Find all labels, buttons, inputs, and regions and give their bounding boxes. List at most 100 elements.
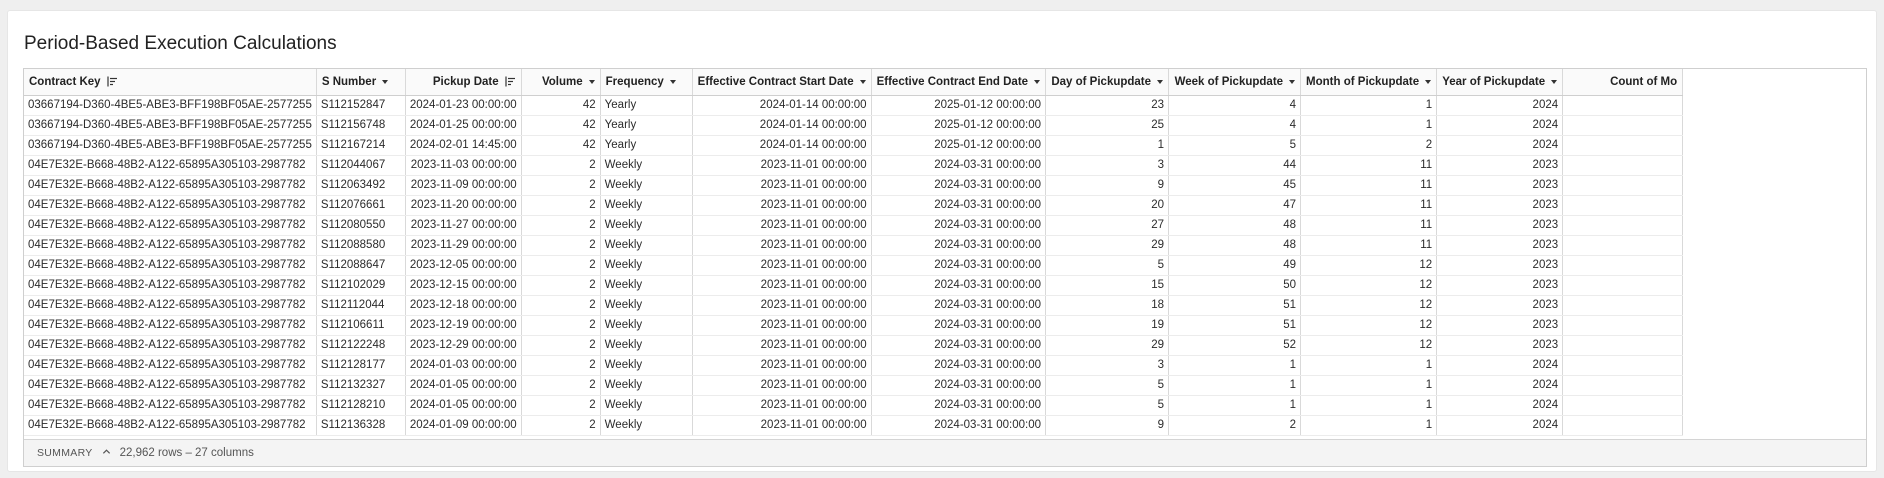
table-cell: 2 xyxy=(521,155,601,176)
table-cell xyxy=(1562,395,1684,416)
table-cell: 04E7E32E-B668-48B2-A122-65895A305103-298… xyxy=(24,275,317,296)
table-row[interactable]: 04E7E32E-B668-48B2-A122-65895A305103-298… xyxy=(24,235,1684,256)
table-row[interactable]: 04E7E32E-B668-48B2-A122-65895A305103-298… xyxy=(24,155,1684,176)
table-row[interactable]: 04E7E32E-B668-48B2-A122-65895A305103-298… xyxy=(24,295,1684,316)
table-cell: 04E7E32E-B668-48B2-A122-65895A305103-298… xyxy=(24,355,317,376)
summary-bar[interactable]: SUMMARY 22,962 rows – 27 columns xyxy=(24,439,1866,466)
chevron-down-icon[interactable] xyxy=(1289,79,1296,84)
table-cell: 2023-11-01 00:00:00 xyxy=(692,375,872,396)
column-header[interactable]: Year of Pickupdate xyxy=(1436,69,1564,96)
sort-icon[interactable] xyxy=(106,76,118,88)
chevron-down-icon[interactable] xyxy=(1551,79,1558,84)
table-cell: 03667194-D360-4BE5-ABE3-BFF198BF05AE-257… xyxy=(24,115,317,136)
column-header-label: Week of Pickupdate xyxy=(1174,75,1284,88)
table-cell: 5 xyxy=(1045,255,1170,276)
table-row[interactable]: 04E7E32E-B668-48B2-A122-65895A305103-298… xyxy=(24,275,1684,296)
chevron-down-icon[interactable] xyxy=(669,79,676,84)
table-cell: 2023-11-01 00:00:00 xyxy=(692,155,872,176)
table-row[interactable]: 03667194-D360-4BE5-ABE3-BFF198BF05AE-257… xyxy=(24,115,1684,136)
table-row[interactable]: 04E7E32E-B668-48B2-A122-65895A305103-298… xyxy=(24,355,1684,376)
column-header[interactable]: Effective Contract End Date xyxy=(871,69,1047,96)
table-cell: 2024-03-31 00:00:00 xyxy=(871,355,1047,376)
table-cell: 3 xyxy=(1045,355,1170,376)
table-cell: 04E7E32E-B668-48B2-A122-65895A305103-298… xyxy=(24,295,317,316)
table-cell: 2023-11-01 00:00:00 xyxy=(692,235,872,256)
table-cell: 42 xyxy=(521,115,601,136)
table-cell: 2024-03-31 00:00:00 xyxy=(871,275,1047,296)
table-cell: 2023-11-01 00:00:00 xyxy=(692,315,872,336)
table-cell: S112044067 xyxy=(316,155,406,176)
table-row[interactable]: 04E7E32E-B668-48B2-A122-65895A305103-298… xyxy=(24,255,1684,276)
table-row[interactable]: 04E7E32E-B668-48B2-A122-65895A305103-298… xyxy=(24,195,1684,216)
table-cell: 2023-11-29 00:00:00 xyxy=(405,235,522,256)
sort-icon[interactable] xyxy=(505,76,516,88)
table-cell: Yearly xyxy=(600,95,693,116)
table-row[interactable]: 03667194-D360-4BE5-ABE3-BFF198BF05AE-257… xyxy=(24,135,1684,156)
table-cell: 2025-01-12 00:00:00 xyxy=(871,95,1047,116)
table-cell: 2024-01-14 00:00:00 xyxy=(692,135,872,156)
table-cell: 11 xyxy=(1300,215,1438,236)
table-cell: 2023 xyxy=(1436,295,1564,316)
table-cell: 2024-01-14 00:00:00 xyxy=(692,115,872,136)
table-cell: 2023 xyxy=(1436,195,1564,216)
column-header[interactable]: Day of Pickupdate xyxy=(1045,69,1170,96)
column-header[interactable]: Week of Pickupdate xyxy=(1168,69,1302,96)
data-grid[interactable]: Contract Key S Number Pickup Date Volume Fre… xyxy=(23,68,1867,467)
column-header-label: Pickup Date xyxy=(432,75,499,88)
chevron-down-icon[interactable] xyxy=(1157,79,1164,84)
table-row[interactable]: 04E7E32E-B668-48B2-A122-65895A305103-298… xyxy=(24,315,1684,336)
chevron-down-icon[interactable] xyxy=(382,79,389,84)
chevron-down-icon[interactable] xyxy=(588,79,595,84)
table-row[interactable]: 04E7E32E-B668-48B2-A122-65895A305103-298… xyxy=(24,375,1684,396)
table-row[interactable]: 04E7E32E-B668-48B2-A122-65895A305103-298… xyxy=(24,175,1684,196)
table-row[interactable]: 03667194-D360-4BE5-ABE3-BFF198BF05AE-257… xyxy=(24,95,1684,116)
table-cell: S112112044 xyxy=(316,295,406,316)
chevron-down-icon[interactable] xyxy=(1425,79,1432,84)
table-cell xyxy=(1562,195,1684,216)
chevron-down-icon[interactable] xyxy=(1034,79,1041,84)
column-header[interactable]: S Number xyxy=(316,69,406,96)
column-header[interactable]: Month of Pickupdate xyxy=(1300,69,1438,96)
table-cell: 2024-03-31 00:00:00 xyxy=(871,415,1047,436)
table-row[interactable]: 04E7E32E-B668-48B2-A122-65895A305103-298… xyxy=(24,395,1684,416)
table-cell: 45 xyxy=(1168,175,1302,196)
table-cell: 2023 xyxy=(1436,155,1564,176)
table-cell: 2023-11-27 00:00:00 xyxy=(405,215,522,236)
table-cell: S112128177 xyxy=(316,355,406,376)
table-cell: 1 xyxy=(1168,355,1302,376)
table-row[interactable]: 04E7E32E-B668-48B2-A122-65895A305103-298… xyxy=(24,415,1684,436)
table-cell: 9 xyxy=(1045,175,1170,196)
table-row[interactable]: 04E7E32E-B668-48B2-A122-65895A305103-298… xyxy=(24,215,1684,236)
column-header[interactable]: Volume xyxy=(521,69,601,96)
table-cell: 2 xyxy=(1168,415,1302,436)
column-header[interactable]: Frequency xyxy=(600,69,693,96)
column-header[interactable]: Count of Mo xyxy=(1562,69,1684,96)
chevron-up-icon[interactable] xyxy=(102,447,111,459)
table-row[interactable]: 04E7E32E-B668-48B2-A122-65895A305103-298… xyxy=(24,335,1684,356)
chevron-down-icon[interactable] xyxy=(859,79,866,84)
table-cell: 2025-01-12 00:00:00 xyxy=(871,135,1047,156)
table-cell: 2024-03-31 00:00:00 xyxy=(871,335,1047,356)
table-cell: S112122248 xyxy=(316,335,406,356)
table-cell: S112106611 xyxy=(316,315,406,336)
column-header[interactable]: Pickup Date xyxy=(405,69,522,96)
table-cell: 49 xyxy=(1168,255,1302,276)
column-header-label: Effective Contract Start Date xyxy=(697,75,854,88)
table-cell: 12 xyxy=(1300,335,1438,356)
table-cell: 2023-11-01 00:00:00 xyxy=(692,175,872,196)
table-cell: 2023-12-15 00:00:00 xyxy=(405,275,522,296)
table-cell: 2 xyxy=(521,275,601,296)
column-header[interactable]: Contract Key xyxy=(24,69,317,96)
table-cell: 1 xyxy=(1300,355,1438,376)
table-cell: 2024-03-31 00:00:00 xyxy=(871,195,1047,216)
table-cell: 2024-02-01 14:45:00 xyxy=(405,135,522,156)
table-cell: 2023-11-01 00:00:00 xyxy=(692,255,872,276)
table-cell: 2023-12-05 00:00:00 xyxy=(405,255,522,276)
table-cell: 2023-12-29 00:00:00 xyxy=(405,335,522,356)
table-cell: 2 xyxy=(521,375,601,396)
column-header[interactable]: Effective Contract Start Date xyxy=(692,69,872,96)
table-cell xyxy=(1562,115,1684,136)
table-cell: 04E7E32E-B668-48B2-A122-65895A305103-298… xyxy=(24,215,317,236)
table-cell: 04E7E32E-B668-48B2-A122-65895A305103-298… xyxy=(24,335,317,356)
table-cell: 9 xyxy=(1045,415,1170,436)
